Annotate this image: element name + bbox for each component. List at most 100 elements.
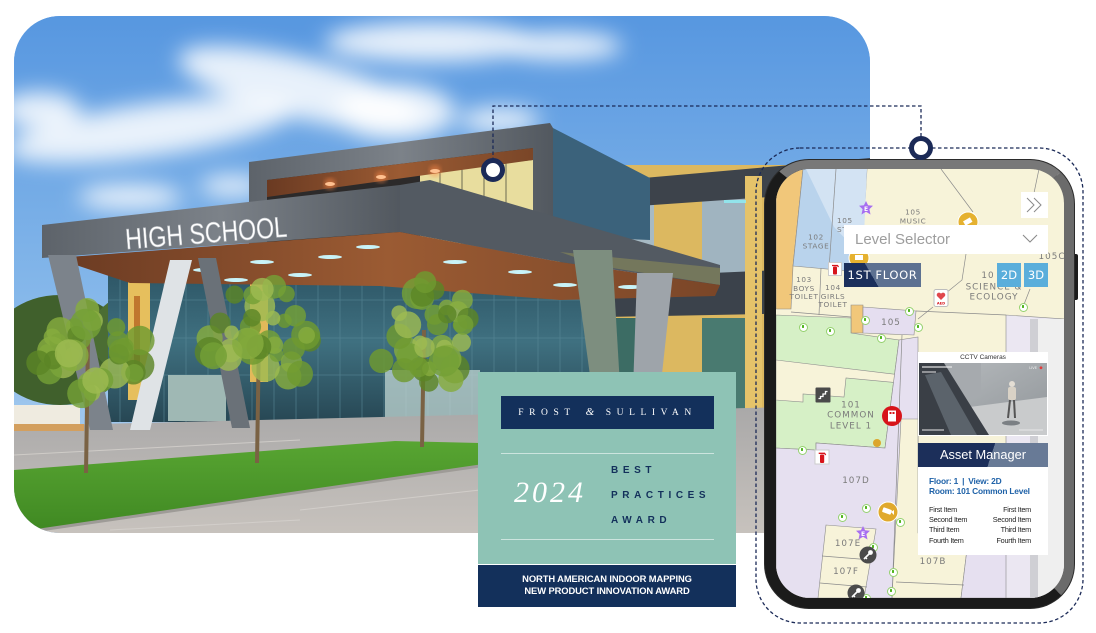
battery-sensor-icon[interactable] [797,445,807,455]
tree-foliage [70,308,102,340]
asset-manager-panel: Asset Manager Floor: 1 | View: 2D Room: 10… [918,443,1048,555]
canopy-light [224,278,248,282]
tree-foliage [392,358,417,383]
room-label: 102 STAGE [802,232,830,250]
battery-sensor-icon[interactable] [904,306,914,316]
fire-extinguisher-icon[interactable] [814,449,830,465]
award-category-line: NORTH AMERICAN INDOOR MAPPING [522,573,692,584]
room-label: 10 [981,270,995,281]
tree-foliage [108,339,134,364]
emergency-exit-door-icon[interactable] [882,406,903,427]
tree-foliage [250,277,274,301]
cctv-live-status: LIVE [1029,366,1038,370]
asset-item-name: Fourth Item [929,536,964,545]
level-selector-input[interactable] [855,230,1005,249]
stairs-icon[interactable] [815,387,831,403]
cctv-panel: CCTV Cameras LIVE [918,352,1048,436]
battery-sensor-icon[interactable] [825,326,835,336]
tree-foliage [414,271,437,294]
elevator-letter: E [864,206,868,213]
asset-view: View: 2D [968,476,1002,486]
indoor-map-app: 102 STAGE 105 ST 105 MUSIC 103 BOYS TOIL… [776,169,1064,598]
room-label: 105 MUSIC [899,207,927,225]
elevator-letter: E [861,531,865,538]
route-line [1033,169,1040,194]
battery-sensor-icon[interactable] [837,512,847,522]
elevator-star-icon[interactable]: E [859,201,874,215]
key-icon[interactable] [859,546,877,564]
award-category-line: NEW PRODUCT INNOVATION AWARD [524,585,690,596]
tree-foliage [391,305,408,322]
asset-item-value: Fourth Item [996,536,1031,545]
asset-item-name: Second Item [929,515,968,524]
asset-item-value: First Item [1003,505,1031,514]
battery-sensor-icon[interactable] [798,322,808,332]
award-badge: FROST & SULLIVAN 2024 BEST PRACTICES AWAR… [478,372,736,608]
bench [14,405,80,427]
tree-foliage [225,285,244,304]
key-icon[interactable] [847,584,865,598]
battery-sensor-icon[interactable] [876,333,886,343]
cctv-title: CCTV Cameras [960,354,1006,361]
fire-extinguisher-icon[interactable] [828,262,842,276]
cctv-camera-feed[interactable]: LIVE [919,363,1047,435]
view-3d-button[interactable]: 3D [1024,263,1048,287]
battery-sensor-icon[interactable] [888,567,898,577]
cctv-camera-icon[interactable] [877,501,899,523]
phone-device: 102 STAGE 105 ST 105 MUSIC 103 BOYS TOIL… [765,160,1074,608]
tree-foliage [224,325,239,340]
canopy-light [318,255,342,259]
award-title-line: PRACTICES [611,490,711,501]
asset-item-name: First Item [929,505,957,514]
phone-side-button [1074,254,1078,300]
cloud [78,185,182,209]
asset-floor-view: Floor: 1 | View: 2D [929,476,1002,486]
brand-ampersand: & [585,406,600,418]
tree-foliage [26,350,51,376]
canopy-light [250,260,274,264]
battery-sensor-icon[interactable] [913,322,923,332]
battery-sensor-icon[interactable] [1018,302,1028,312]
canopy-light [443,260,467,264]
battery-sensor-icon[interactable] [886,586,896,596]
asset-item-value: Second Item [992,515,1031,524]
asset-manager-title: Asset Manager [918,443,1048,467]
tree-foliage [452,289,473,311]
current-floor-button[interactable]: 1ST FLOOR [844,263,921,287]
tree-foliage [82,367,109,394]
tree-foliage [243,309,261,327]
brand-name-left: FROST [518,408,576,418]
brand-name-right: SULLIVAN [605,408,697,418]
aed-icon[interactable]: AED [933,289,949,307]
elevator-star-icon[interactable]: E [856,526,871,540]
view-2d-button[interactable]: 2D [997,263,1021,287]
expand-panel-button[interactable] [1021,192,1048,218]
school-building-photo: HIGH SCHOOL [14,16,870,533]
room-label: 104 GIRLS TOILET [818,283,848,310]
aed-label: AED [937,302,945,306]
chevron-down-icon [1022,234,1038,243]
tree-foliage [298,326,315,344]
award-title-line: AWARD [611,515,672,526]
level-selector-dropdown[interactable] [844,225,1048,254]
tree-foliage [438,305,457,324]
room-label: 101 COMMON LEVEL 1 [827,400,875,432]
asset-room: Room: 101 Common Level [929,486,1030,496]
award-year: 2024 [514,476,586,509]
tree-foliage [414,337,435,358]
asset-floor: Floor: 1 [929,476,959,486]
asset-item-name: Third Item [929,525,960,534]
battery-sensor-icon[interactable] [861,503,871,513]
yellow-column [745,176,762,422]
room-label: 107D [842,475,870,486]
room-label: 103 BOYS TOILET [789,275,819,302]
room-label: 105 [881,317,901,328]
cctv-video-frame: LIVE [919,363,1047,435]
tree-foliage [369,348,394,373]
asset-dot-icon[interactable] [873,439,882,448]
battery-sensor-icon[interactable] [860,315,870,325]
tree-foliage [54,339,83,368]
downlight [430,169,440,173]
tree-foliage [453,314,474,335]
divider [501,539,714,540]
